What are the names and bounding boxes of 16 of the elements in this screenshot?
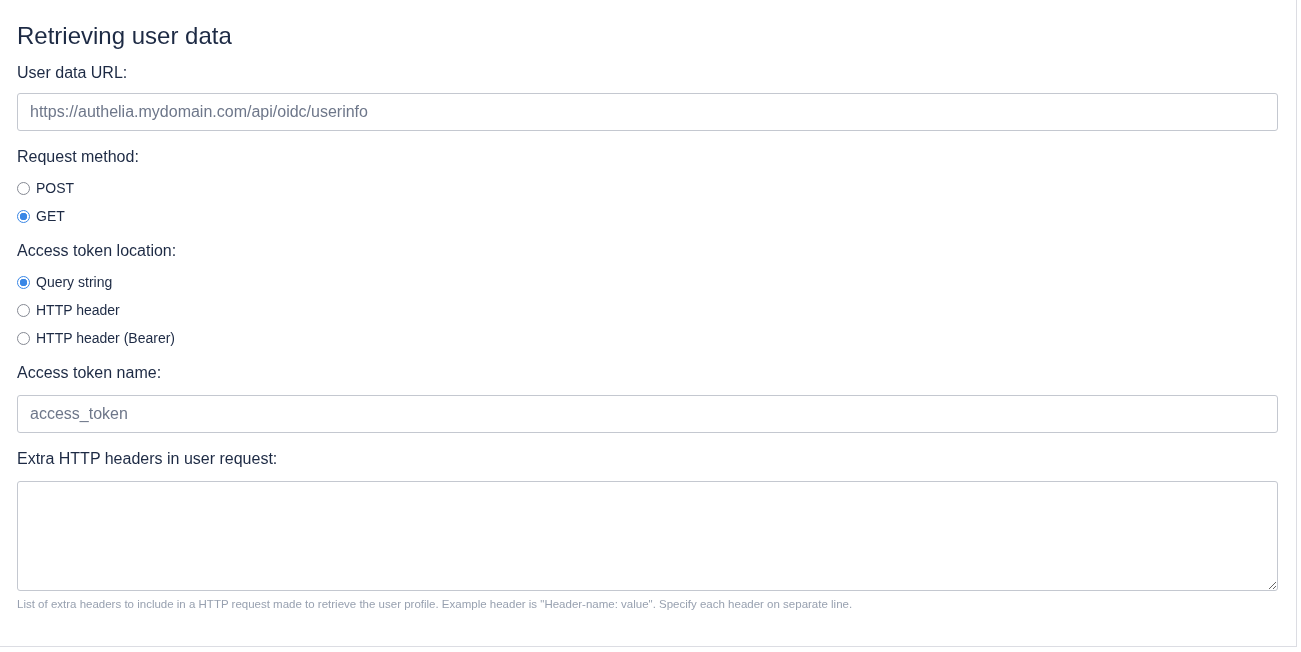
field-label: Access token location: — [17, 241, 177, 261]
radio-label[interactable]: POST — [36, 180, 75, 196]
radio-label[interactable]: HTTP header — [36, 302, 120, 318]
field-label: Extra HTTP headers in user request: — [17, 449, 278, 469]
help-text: List of extra headers to include in a HTTP request made to retrieve the user profile. Example header is "Header-name: value". Specify each header on separate line. — [17, 598, 853, 610]
radio-label[interactable]: Query string — [36, 274, 113, 290]
radio-label[interactable]: HTTP header (Bearer) — [36, 330, 175, 346]
url-field[interactable]: https://authelia.mydomain.com/api/oidc/userinfo — [17, 93, 1278, 131]
radio-button[interactable] — [17, 275, 30, 289]
radio-label[interactable]: GET — [36, 208, 65, 224]
field-label: Access token name: — [17, 363, 162, 383]
field-label: Request method: — [17, 147, 139, 167]
radio-button[interactable] — [17, 209, 30, 223]
field-label: User data URL: — [17, 63, 128, 83]
token-name-field[interactable]: access_token — [17, 395, 1278, 433]
section-title: Retrieving user data — [17, 22, 233, 50]
